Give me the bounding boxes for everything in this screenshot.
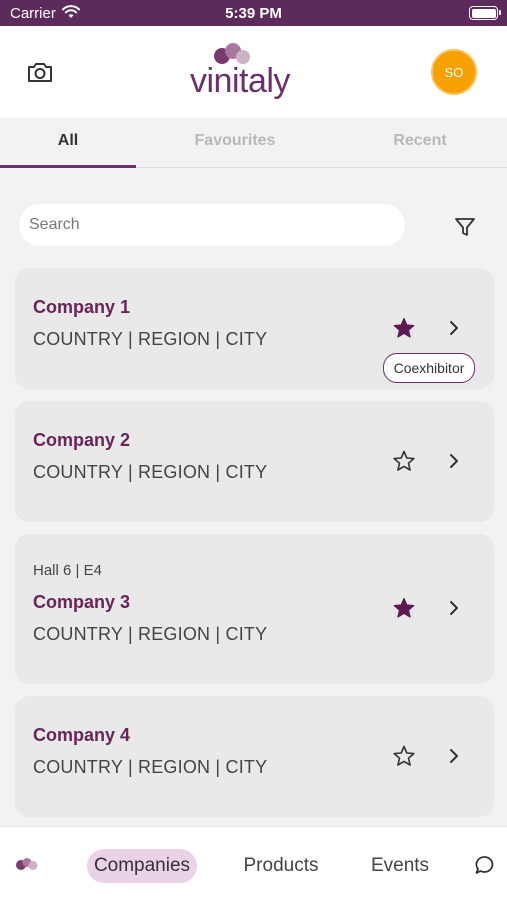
chat-icon[interactable]	[474, 854, 496, 876]
user-avatar[interactable]: SO	[431, 49, 477, 95]
tab-recent[interactable]: Recent	[345, 132, 495, 150]
coexhibitor-badge: Coexhibitor	[383, 353, 475, 383]
search-bar	[19, 204, 405, 246]
tab-all[interactable]: All	[0, 132, 136, 150]
company-name: Company 1	[33, 297, 131, 317]
company-location: COUNTRY | REGION | CITY	[33, 329, 268, 349]
star-icon[interactable]	[392, 316, 416, 340]
company-card[interactable]: Hall 6 | E4 Company 3 COUNTRY | REGION |…	[15, 534, 494, 684]
nav-events[interactable]: Events	[365, 849, 435, 883]
home-logo-icon[interactable]	[14, 857, 40, 871]
status-bar: Carrier 5:39 PM	[0, 0, 507, 26]
avatar-initials: SO	[444, 64, 464, 80]
active-tab-indicator	[0, 165, 136, 168]
search-input[interactable]	[29, 216, 405, 234]
company-card[interactable]: Company 4 COUNTRY | REGION | CITY	[15, 696, 494, 817]
chevron-right-icon[interactable]	[447, 319, 461, 337]
tab-favourites[interactable]: Favourites	[160, 132, 310, 150]
company-location: COUNTRY | REGION | CITY	[33, 757, 268, 777]
chevron-right-icon[interactable]	[447, 599, 461, 617]
chevron-right-icon[interactable]	[447, 747, 461, 765]
app-header: vinitaly SO	[0, 26, 507, 118]
company-card[interactable]: Company 2 COUNTRY | REGION | CITY	[15, 401, 494, 522]
chevron-right-icon[interactable]	[447, 452, 461, 470]
star-icon[interactable]	[392, 449, 416, 473]
vinitaly-logo: vinitaly	[186, 42, 306, 102]
company-location: COUNTRY | REGION | CITY	[33, 624, 268, 644]
company-name: Company 3	[33, 592, 131, 612]
nav-products[interactable]: Products	[236, 849, 326, 883]
hall-stand-label: Hall 6 | E4	[33, 562, 102, 579]
nav-companies[interactable]: Companies	[87, 849, 197, 883]
logo-text: vinitaly	[190, 62, 290, 100]
company-name: Company 2	[33, 430, 131, 450]
star-icon[interactable]	[392, 744, 416, 768]
bottom-navigation: Companies Products Events	[0, 826, 507, 900]
star-icon[interactable]	[392, 596, 416, 620]
camera-icon[interactable]	[26, 60, 54, 84]
company-location: COUNTRY | REGION | CITY	[33, 462, 268, 482]
clock: 5:39 PM	[225, 5, 282, 22]
battery-icon	[469, 6, 501, 20]
filter-tabs: All Favourites Recent	[0, 118, 507, 168]
filter-icon[interactable]	[454, 216, 476, 238]
company-name: Company 4	[33, 725, 131, 745]
